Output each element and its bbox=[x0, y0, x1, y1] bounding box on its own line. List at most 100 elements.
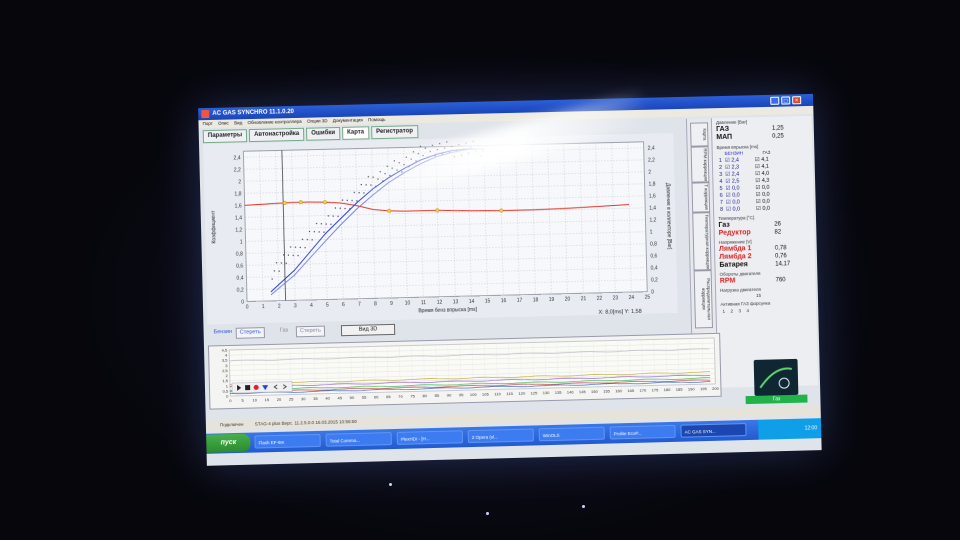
taskbar-window-button[interactable]: Flash EF-9m bbox=[254, 433, 321, 449]
x-tick-label: 11 bbox=[421, 300, 427, 306]
menu-desc[interactable]: Опис bbox=[218, 121, 229, 126]
scope-x-tick: 185 bbox=[676, 387, 684, 392]
scope-x-tick: 25 bbox=[289, 396, 294, 401]
x-tick-label: 0 bbox=[246, 304, 249, 310]
view-3d-button[interactable]: Вид 3D bbox=[340, 323, 396, 337]
stop-icon[interactable] bbox=[244, 384, 250, 390]
oscilloscope-panel: 0 0,5 1 1,5 2 2,5 3 3,5 4 4,5 0 5 10 15 20 25 30 35 40 45 50… bbox=[207, 332, 722, 410]
scope-x-tick: 120 bbox=[518, 391, 526, 396]
tab-errors[interactable]: Ошибки bbox=[306, 126, 341, 141]
measured-point bbox=[297, 254, 299, 256]
measured-point bbox=[429, 150, 431, 152]
y-tick-label: 1,4 bbox=[235, 215, 242, 221]
measured-point bbox=[362, 192, 365, 194]
menu-help[interactable]: Помощь bbox=[368, 117, 386, 122]
measured-point bbox=[355, 200, 358, 202]
taskbar-window-button[interactable]: PlexHDI - [H... bbox=[396, 430, 463, 445]
scope-x-tick: 55 bbox=[362, 395, 367, 400]
measured-point bbox=[327, 215, 329, 217]
cursor-readout: X: 8,0[ms] Y: 1,58 bbox=[598, 309, 641, 316]
vtab-t-correction[interactable]: Т коррекция bbox=[691, 182, 711, 213]
measured-point bbox=[415, 160, 417, 162]
y2-tick-label: 2,4 bbox=[648, 146, 655, 152]
menu-docs[interactable]: Документация bbox=[333, 117, 363, 123]
menu-3d-options[interactable]: Опции 3D bbox=[307, 118, 328, 123]
measured-point bbox=[372, 176, 374, 178]
menu-view[interactable]: Вид bbox=[234, 120, 242, 125]
measured-point bbox=[391, 167, 393, 169]
vtab-distribution-correction[interactable]: Распределительная коррекция bbox=[693, 270, 713, 329]
fuel-status-gas: Газ bbox=[745, 394, 808, 405]
x-tick-label: 12 bbox=[437, 300, 443, 306]
minimize-button[interactable]: _ bbox=[770, 96, 780, 105]
y2-axis-label: Давление в коллекторе [Bar] bbox=[665, 183, 673, 250]
vtab-rpm-correction[interactable]: RPM коррекция bbox=[690, 146, 710, 183]
start-button[interactable]: пуск bbox=[206, 433, 251, 453]
correction-point[interactable] bbox=[282, 200, 287, 205]
active-injector-indicator: 3 bbox=[738, 308, 742, 314]
x-tick-label: 5 bbox=[326, 302, 329, 308]
correction-point[interactable] bbox=[435, 208, 440, 213]
measured-point bbox=[278, 270, 280, 272]
tab-recorder[interactable]: Регистратор bbox=[370, 125, 419, 140]
y2-tick-label: 2 bbox=[648, 170, 651, 176]
injector-row: 1 ☑ 2,4 ☑ 4,1 bbox=[719, 157, 769, 164]
menu-update[interactable]: Обновление контроллера bbox=[247, 119, 301, 125]
x-tick-label: 7 bbox=[358, 302, 361, 308]
measured-point bbox=[367, 175, 369, 178]
taskbar-window-button[interactable]: Prolite EcoP... bbox=[609, 424, 676, 440]
tab-parameters[interactable]: Параметры bbox=[202, 129, 248, 144]
live-data-panel: Давление [Bar] ГАЗ 1,25 МАП 0,25 Время в… bbox=[710, 115, 819, 388]
gas-injection-time: ☑ 0,0 bbox=[755, 198, 770, 206]
power-led-3 bbox=[582, 505, 585, 508]
measured-point bbox=[436, 149, 438, 151]
map-chart[interactable]: 0 1 2 3 4 5 6 7 8 9 10 11 12 13 14 15 16 17 18 19 20 21 22 23 24… bbox=[203, 133, 678, 324]
scope-x-tick: 15 bbox=[265, 397, 270, 402]
measured-point bbox=[304, 246, 306, 248]
injector-row: 8 ☑ 0,0 ☑ 0,0 bbox=[720, 206, 770, 213]
pressure-title: Давление [Bar] bbox=[715, 119, 748, 126]
petrol-injection-time: ☑ 2,5 bbox=[725, 178, 740, 185]
injector-number: 2 bbox=[718, 164, 723, 172]
vtab-map[interactable]: Карта bbox=[690, 122, 709, 147]
scope-controls-box bbox=[231, 380, 293, 393]
measured-point bbox=[389, 174, 391, 176]
measured-point bbox=[299, 246, 301, 248]
maximize-button[interactable]: □ bbox=[781, 96, 791, 105]
petrol-clear-button[interactable]: Стереть bbox=[235, 327, 265, 339]
scope-x-tick: 20 bbox=[277, 397, 282, 402]
taskbar-window-button[interactable]: WinOLS bbox=[538, 426, 605, 442]
temp-gas-label: Газ bbox=[718, 221, 730, 229]
taskbar-window-button[interactable]: Total Comma... bbox=[325, 432, 392, 447]
measured-point bbox=[475, 151, 477, 153]
gas-clear-button[interactable]: Стереть bbox=[295, 325, 325, 338]
active-injector-indicator: 2 bbox=[730, 308, 734, 314]
vtab-temp-correction[interactable]: Температурная коррекция bbox=[692, 212, 712, 271]
correction-point[interactable] bbox=[386, 208, 391, 213]
scope-y-tick: 1 bbox=[226, 383, 229, 388]
y2-tick-label: 1,8 bbox=[649, 182, 656, 188]
y2-tick-label: 0 bbox=[651, 289, 654, 295]
map-pressure-label: МАП bbox=[716, 133, 733, 142]
correction-point[interactable] bbox=[298, 199, 303, 204]
y-tick-label: 1 bbox=[240, 239, 243, 245]
measured-point bbox=[458, 144, 460, 146]
tab-autotune[interactable]: Автонастройка bbox=[248, 127, 305, 143]
x-tick-label: 18 bbox=[533, 297, 539, 303]
correction-point[interactable] bbox=[322, 199, 327, 204]
correction-point[interactable] bbox=[499, 208, 504, 213]
injector-rows: 1 ☑ 2,4 ☑ 4,1 2 ☑ 2,3 ☑ 4,1 3 ☑ 2,4 ☑ 4,0 4 ☑ 2,5 ☑… bbox=[712, 116, 812, 213]
measured-point bbox=[460, 154, 463, 156]
measured-point bbox=[465, 142, 467, 144]
close-button[interactable]: × bbox=[792, 96, 802, 105]
gas-label: Газ bbox=[279, 327, 289, 334]
tab-map[interactable]: Карта bbox=[341, 126, 370, 140]
lambda1-value: 0,78 bbox=[774, 245, 787, 252]
x-tick-label: 17 bbox=[517, 298, 523, 304]
measured-point bbox=[431, 144, 433, 146]
injector-row: 5 ☑ 0,0 ☑ 0,0 bbox=[719, 185, 769, 192]
taskbar-window-button[interactable]: 2 Opera (sl... bbox=[467, 428, 534, 444]
menu-port[interactable]: Порт bbox=[202, 121, 212, 126]
measured-point bbox=[400, 171, 403, 173]
taskbar-window-button[interactable]: AC GAS SYN... bbox=[680, 423, 747, 438]
